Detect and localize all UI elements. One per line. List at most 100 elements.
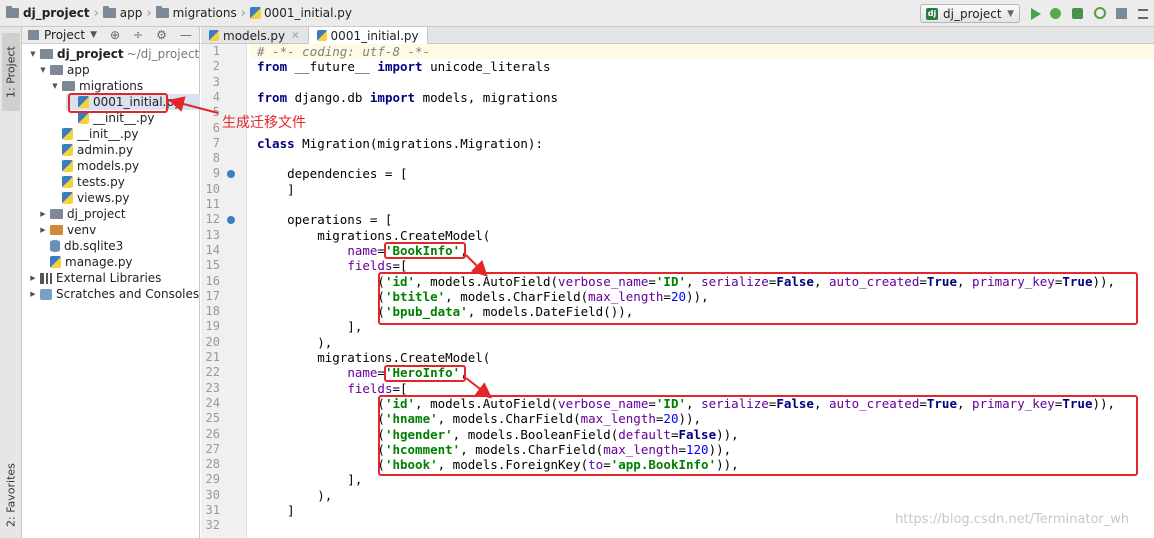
run-icon[interactable]: [1031, 8, 1041, 20]
editor-tabs: models.py × 0001_initial.py: [201, 27, 1154, 44]
code-line: name='HeroInfo',: [347, 365, 468, 381]
code-line: ('hbook', models.ForeignKey(to='app.Book…: [257, 457, 739, 473]
tree-item[interactable]: ▶ Scratches and Consoles: [28, 286, 199, 302]
line-number: 9: [212, 166, 220, 181]
line-number: 28: [205, 457, 220, 472]
python-file-icon: [62, 176, 73, 188]
line-number: 4: [212, 89, 220, 104]
line-number: 6: [212, 120, 220, 135]
favorites-tool-tab[interactable]: 2: Favorites: [2, 457, 20, 533]
code-editor[interactable]: # -*- coding: utf-8 -*- from __future__ i…: [250, 44, 1154, 538]
breadcrumb-file[interactable]: 0001_initial.py: [249, 6, 352, 20]
line-number: 1: [212, 44, 220, 58]
tab-0001-initial-py[interactable]: 0001_initial.py: [308, 27, 428, 44]
line-number: 31: [205, 503, 220, 517]
code-line: ],: [257, 319, 363, 335]
line-number: 5: [212, 105, 220, 120]
line-number: 8: [212, 151, 220, 166]
tree-item[interactable]: ▶ venv: [38, 222, 96, 238]
tree-item[interactable]: admin.py: [50, 142, 133, 158]
folder-icon: [40, 49, 53, 59]
code-line: fields=[: [347, 258, 408, 274]
django-icon: dj: [926, 7, 938, 20]
line-number: 22: [205, 365, 220, 380]
tree-item-label: __init__.py: [93, 111, 155, 125]
folder-icon: [102, 6, 116, 18]
collapse-arrow-icon[interactable]: ▶: [38, 226, 48, 234]
close-icon[interactable]: ×: [291, 30, 299, 41]
python-file-icon: [62, 192, 73, 204]
code-line: ('hname', models.CharField(max_length=20…: [257, 411, 702, 427]
code-line: class Migration(migrations.Migration):: [257, 135, 543, 151]
left-tool-strip: 1: Project 2: Favorites: [0, 27, 22, 538]
code-line: ],: [257, 472, 363, 488]
tree-item[interactable]: ▼ dj_project ~/dj_project: [28, 46, 199, 62]
database-icon: [50, 240, 60, 252]
tree-item[interactable]: tests.py: [50, 174, 125, 190]
line-number: 14: [205, 242, 220, 257]
collapse-icon[interactable]: ÷: [133, 28, 143, 42]
code-line: fields=[: [347, 380, 408, 396]
breadcrumb-migrations[interactable]: migrations ›: [155, 5, 250, 21]
run-configuration-select[interactable]: dj dj_project ▼: [920, 4, 1020, 23]
coverage-icon[interactable]: [1072, 8, 1083, 19]
line-number: 19: [205, 319, 220, 334]
tree-item-label: tests.py: [77, 175, 125, 189]
chevron-right-icon: ›: [240, 5, 246, 21]
tree-item[interactable]: __init__.py: [50, 126, 139, 142]
tree-item[interactable]: ▼ migrations: [50, 78, 143, 94]
tree-item[interactable]: ▶ dj_project: [38, 206, 126, 222]
collapse-arrow-icon[interactable]: ▶: [38, 210, 48, 218]
gear-icon[interactable]: ⚙: [156, 28, 167, 42]
line-number: 20: [205, 334, 220, 349]
tree-item[interactable]: db.sqlite3: [38, 238, 123, 254]
menu-icon[interactable]: [1138, 9, 1148, 19]
tree-item-label: admin.py: [77, 143, 134, 157]
code-line: ),: [257, 334, 333, 350]
code-line: ]: [257, 503, 295, 518]
python-file-icon: [62, 128, 73, 140]
gutter-marker-icon[interactable]: [227, 169, 235, 178]
line-number: 29: [205, 472, 220, 487]
locate-icon[interactable]: ⊕: [110, 28, 120, 42]
tree-item-label: views.py: [77, 191, 130, 205]
code-line: ('hgender', models.BooleanField(default=…: [257, 426, 739, 442]
stop-icon[interactable]: [1116, 8, 1127, 19]
tree-item[interactable]: ▶ External Libraries: [28, 270, 161, 286]
project-view-select[interactable]: Project: [44, 28, 85, 42]
debug-icon[interactable]: [1050, 8, 1061, 19]
code-line: from __future__ import unicode_literals: [257, 59, 551, 75]
caret-down-icon[interactable]: ▼: [90, 30, 97, 40]
folder-icon: [50, 209, 63, 219]
expand-arrow-icon[interactable]: ▼: [28, 50, 38, 58]
breadcrumb-app[interactable]: app ›: [102, 6, 156, 21]
tab-models-py[interactable]: models.py ×: [201, 27, 309, 44]
breadcrumb-dj-project[interactable]: dj_project ›: [6, 6, 103, 21]
line-number: 18: [205, 304, 220, 319]
collapse-arrow-icon[interactable]: ▶: [28, 290, 38, 298]
line-number: 13: [205, 227, 220, 242]
tree-item[interactable]: models.py: [50, 158, 139, 174]
project-tool-tab[interactable]: 1: Project: [2, 33, 20, 111]
tree-item[interactable]: views.py: [50, 190, 129, 206]
project-panel-header: Project ▼ ⊕ ÷ ⚙ —: [22, 27, 199, 44]
tree-item[interactable]: ▼ app: [38, 62, 89, 78]
hide-icon[interactable]: —: [180, 28, 192, 42]
tree-item-label: Scratches and Consoles: [56, 287, 200, 301]
folder-icon: [6, 6, 19, 18]
profile-icon[interactable]: [1094, 7, 1106, 19]
tree-item-label: venv: [67, 223, 97, 237]
expand-arrow-icon[interactable]: ▼: [38, 66, 48, 74]
code-line: # -*- coding: utf-8 -*-: [257, 44, 431, 59]
tree-item-label: dj_project: [67, 207, 126, 221]
tree-item-label: models.py: [77, 159, 140, 173]
code-line: from django.db import models, migrations: [257, 89, 559, 105]
collapse-arrow-icon[interactable]: ▶: [28, 274, 38, 282]
python-file-icon: [249, 7, 261, 19]
code-line: migrations.CreateModel(: [257, 227, 491, 243]
line-number: 10: [205, 181, 220, 196]
gutter-marker-icon[interactable]: [227, 215, 235, 224]
expand-arrow-icon[interactable]: ▼: [50, 82, 60, 90]
tree-item[interactable]: manage.py: [38, 254, 133, 270]
watermark: https://blog.csdn.net/Terminator_wh: [895, 512, 1130, 527]
